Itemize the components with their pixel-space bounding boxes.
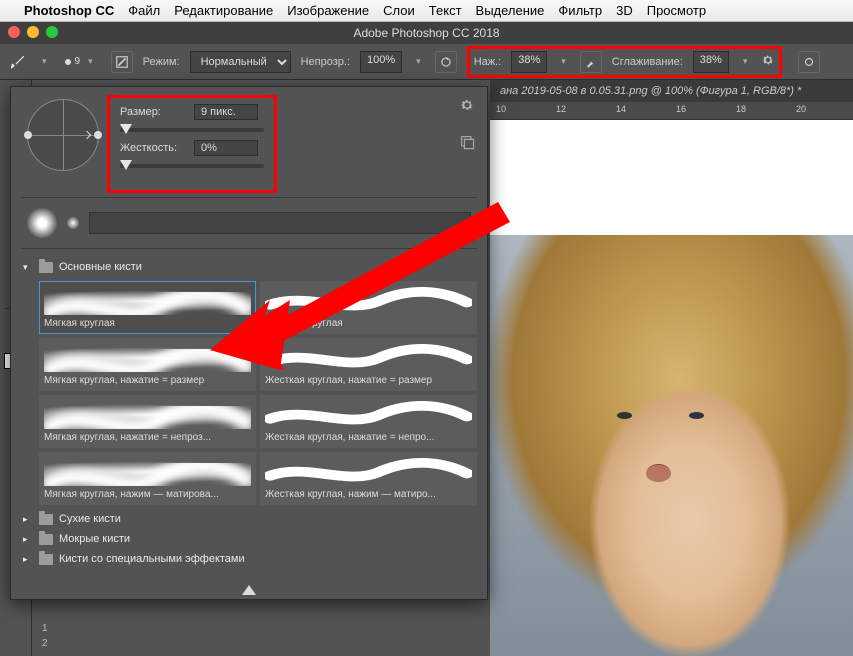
menu-view[interactable]: Просмотр	[647, 3, 706, 18]
flow-value[interactable]: 38%	[511, 51, 547, 73]
canvas-photo-area[interactable]	[490, 235, 853, 656]
opacity-value[interactable]: 100%	[360, 51, 402, 73]
canvas-white-area[interactable]	[490, 120, 853, 235]
new-preset-icon[interactable]	[459, 134, 475, 153]
mode-label: Режим:	[143, 56, 180, 68]
brush-preset-popover: Размер: 9 пикс. Жесткость: 0%	[10, 86, 488, 600]
hardness-slider[interactable]	[120, 164, 264, 168]
brush-item[interactable]: Мягкая круглая, нажатие = размер	[39, 338, 256, 391]
chevron-right-icon: ▸	[23, 514, 33, 525]
tool-preset-chevron-icon[interactable]: ▾	[38, 56, 51, 67]
brush-item-label: Жесткая круглая, нажатие = непро...	[265, 432, 472, 443]
flow-label: Наж.:	[474, 56, 502, 68]
folder-icon	[39, 554, 53, 565]
size-slider[interactable]	[120, 128, 264, 132]
nav-tab-2[interactable]: 2	[36, 637, 54, 650]
size-pressure-icon[interactable]	[798, 51, 820, 73]
brush-item[interactable]: Жесткая круглая, нажатие = размер	[260, 338, 477, 391]
minimize-window-button[interactable]	[27, 26, 39, 38]
menu-file[interactable]: Файл	[128, 3, 160, 18]
folder-wet-brushes[interactable]: ▸ Мокрые кисти	[21, 529, 477, 549]
brush-panel-toggle-icon[interactable]	[111, 51, 133, 73]
brush-item[interactable]: Мягкая круглая	[39, 281, 256, 334]
brush-preview-row	[11, 202, 487, 244]
brush-item[interactable]: Жесткая круглая, нажим — матиро...	[260, 452, 477, 505]
brush-preview-large[interactable]	[27, 208, 57, 238]
brush-preview-small[interactable]	[67, 217, 79, 229]
brush-preset-picker[interactable]: 9 ▾	[61, 54, 101, 69]
nav-tab-1[interactable]: 1	[36, 622, 54, 635]
brush-item[interactable]: Мягкая круглая, нажатие = непроз...	[39, 395, 256, 448]
folder-main-brushes[interactable]: ▾ Основные кисти	[21, 257, 477, 277]
size-label: Размер:	[120, 106, 184, 118]
menu-edit[interactable]: Редактирование	[174, 3, 273, 18]
resize-handle[interactable]	[11, 579, 487, 599]
menu-select[interactable]: Выделение	[476, 3, 545, 18]
folder-icon	[39, 514, 53, 525]
brush-angle-widget[interactable]	[27, 99, 99, 171]
workspace: ана 2019-05-08 в 0.05.31.png @ 100% (Фиг…	[0, 80, 853, 656]
smoothing-value[interactable]: 38%	[693, 51, 729, 73]
window-titlebar: Adobe Photoshop CC 2018	[0, 22, 853, 44]
size-value[interactable]: 9 пикс.	[194, 104, 258, 120]
folder-special-brushes[interactable]: ▸ Кисти со специальными эффектами	[21, 549, 477, 569]
folder-icon	[39, 534, 53, 545]
nav-tabs: 1 2	[36, 622, 54, 650]
zoom-window-button[interactable]	[46, 26, 58, 38]
chevron-right-icon: ▸	[23, 554, 33, 565]
popover-gear-icon[interactable]	[459, 97, 475, 116]
menu-image[interactable]: Изображение	[287, 3, 369, 18]
brush-item-label: Жесткая круглая	[265, 318, 472, 329]
brush-tree: ▾ Основные кисти Мягкая круглая Жесткая к…	[11, 253, 487, 579]
mode-select[interactable]: Нормальный	[190, 51, 291, 73]
mac-menubar: Photoshop CC Файл Редактирование Изображ…	[0, 0, 853, 22]
hardness-label: Жесткость:	[120, 142, 184, 154]
smoothing-label: Сглаживание:	[612, 56, 683, 68]
smoothing-chevron-icon[interactable]: ▾	[739, 56, 752, 67]
close-window-button[interactable]	[8, 26, 20, 38]
menu-3d[interactable]: 3D	[616, 3, 633, 18]
folder-dry-brushes[interactable]: ▸ Сухие кисти	[21, 509, 477, 529]
brush-item-label: Жесткая круглая, нажатие = размер	[265, 375, 472, 386]
brush-item[interactable]: Жесткая круглая, нажатие = непро...	[260, 395, 477, 448]
brush-item[interactable]: Жесткая круглая	[260, 281, 477, 334]
brush-params-highlight: Размер: 9 пикс. Жесткость: 0%	[107, 95, 277, 193]
airbrush-icon[interactable]	[580, 51, 602, 73]
brush-item-label: Жесткая круглая, нажим — матиро...	[265, 489, 472, 500]
options-bar: ▾ 9 ▾ Режим: Нормальный Непрозр.: 100% ▾…	[0, 44, 853, 80]
chevron-down-icon: ▾	[23, 262, 33, 273]
folder-icon	[39, 262, 53, 273]
opacity-pressure-icon[interactable]	[435, 51, 457, 73]
smoothing-gear-icon[interactable]	[761, 53, 775, 70]
opacity-label: Непрозр.:	[301, 56, 350, 68]
opacity-chevron-icon[interactable]: ▾	[412, 56, 425, 67]
document-tab[interactable]: ана 2019-05-08 в 0.05.31.png @ 100% (Фиг…	[490, 80, 853, 102]
highlighted-options: Наж.: 38% ▾ Сглаживание: 38% ▾	[467, 46, 783, 78]
hardness-value[interactable]: 0%	[194, 140, 258, 156]
window-title: Adobe Photoshop CC 2018	[353, 26, 499, 40]
chevron-right-icon: ▸	[23, 534, 33, 545]
menu-text[interactable]: Текст	[429, 3, 462, 18]
brush-tool-icon[interactable]	[8, 52, 28, 72]
menu-layers[interactable]: Слои	[383, 3, 415, 18]
brush-search[interactable]	[89, 212, 471, 234]
flow-chevron-icon[interactable]: ▾	[557, 56, 570, 67]
app-name[interactable]: Photoshop CC	[24, 3, 114, 18]
horizontal-ruler[interactable]: 10 12 14 16 18 20	[490, 102, 853, 120]
brush-item[interactable]: Мягкая круглая, нажим — матирова...	[39, 452, 256, 505]
menu-filter[interactable]: Фильтр	[558, 3, 602, 18]
